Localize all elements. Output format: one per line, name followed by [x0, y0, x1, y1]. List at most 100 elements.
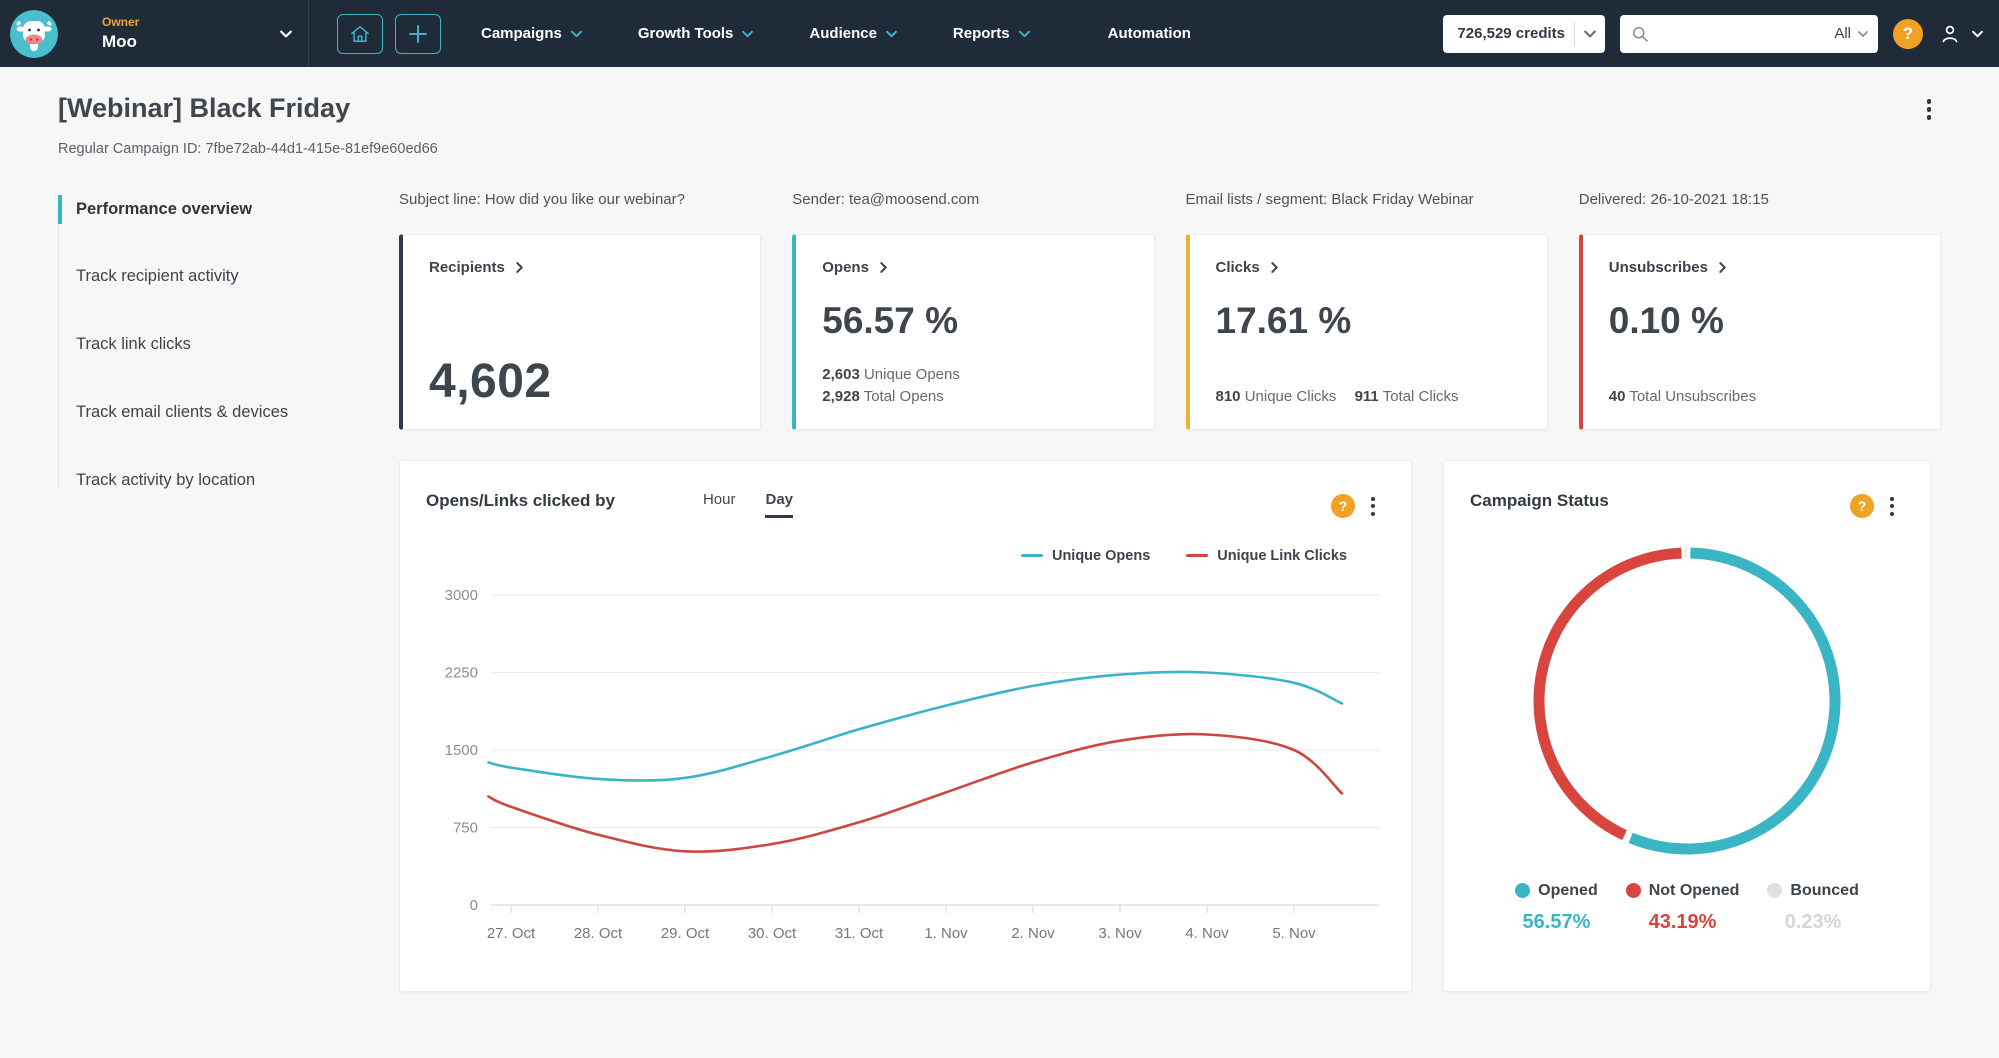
opens-details: 2,603 Unique Opens 2,928 Total Opens [822, 365, 960, 406]
legend-not-opened: Not Opened 43.19% [1625, 882, 1739, 934]
top-navbar: Owner Moo Campaigns Growth Tools Audienc… [0, 0, 1999, 67]
sender: Sender: tea@moosend.com [792, 190, 980, 208]
svg-text:28. Oct: 28. Oct [574, 925, 623, 942]
campaign-meta-row: Subject line: How did you like our webin… [399, 187, 1941, 208]
account-name: Moo [102, 32, 137, 51]
legend-opened: Opened 56.57% [1515, 882, 1598, 934]
chevron-down-icon [742, 30, 754, 37]
subject-line: Subject line: How did you like our webin… [399, 190, 685, 208]
not-opened-dot-icon [1625, 883, 1641, 898]
donut-help-button[interactable]: ? [1850, 494, 1874, 518]
menu-audience[interactable]: Audience [809, 25, 897, 42]
donut-options-menu[interactable] [1884, 491, 1900, 522]
svg-text:3. Nov: 3. Nov [1098, 925, 1142, 942]
donut-legend: Opened 56.57% Not Opened 43.19% Bounced … [1470, 882, 1904, 934]
menu-campaigns[interactable]: Campaigns [481, 25, 582, 42]
chevron-right-icon [516, 261, 523, 273]
legend-bounced: Bounced 0.23% [1767, 882, 1859, 934]
opens-rate: 56.57 % [822, 299, 959, 341]
svg-text:3000: 3000 [445, 587, 478, 604]
navbar-right-cluster: 726,529 credits All ? [1443, 14, 1983, 53]
not-opened-percent: 43.19% [1648, 910, 1717, 933]
stat-cards-row: Recipients 4,602 Opens 56.57 % 2,603 Uni… [399, 233, 1941, 430]
search-scope-dropdown[interactable]: All [1834, 25, 1868, 42]
opens-card-link[interactable]: Opens [822, 259, 1127, 276]
svg-text:4. Nov: 4. Nov [1185, 925, 1229, 942]
unsubscribes-details: 40 Total Unsubscribes [1608, 388, 1757, 405]
legend-item[interactable]: Unique Link Clicks [1186, 548, 1347, 564]
menu-reports[interactable]: Reports [953, 25, 1030, 42]
svg-text:31. Oct: 31. Oct [835, 925, 884, 942]
donut-title: Campaign Status [1470, 490, 1609, 510]
legend-dash-icon [1020, 554, 1043, 557]
credits-divider [1574, 21, 1575, 46]
help-button[interactable]: ? [1893, 18, 1923, 49]
question-mark-icon: ? [1338, 498, 1348, 514]
svg-text:27. Oct: 27. Oct [487, 925, 536, 942]
clicks-card: Clicks 17.61 % 810 Unique Clicks 911 Tot… [1185, 233, 1548, 430]
chevron-down-icon [1018, 30, 1030, 37]
home-icon [351, 25, 369, 42]
account-switcher[interactable]: Owner Moo [102, 15, 300, 52]
sidebar-item-link-clicks[interactable]: Track link clicks [58, 330, 298, 360]
clicks-rate: 17.61 % [1215, 299, 1352, 341]
menu-automation[interactable]: Automation [1108, 25, 1191, 42]
clicks-card-link[interactable]: Clicks [1216, 259, 1521, 276]
chevron-down-icon [570, 30, 582, 37]
sidebar-item-performance-overview[interactable]: Performance overview [58, 194, 298, 225]
chevron-right-icon [1719, 261, 1726, 273]
unsubscribes-card: Unsubscribes 0.10 % 40 Total Unsubscribe… [1578, 233, 1941, 430]
toggle-hour[interactable]: Hour [703, 491, 736, 518]
navbar-divider [308, 0, 309, 67]
create-new-button[interactable] [395, 13, 441, 54]
line-chart-legend: Unique Opens Unique Link Clicks [426, 548, 1347, 564]
svg-text:0: 0 [470, 897, 478, 914]
chevron-right-icon [880, 261, 887, 273]
recipients-card-link[interactable]: Recipients [429, 259, 734, 276]
moosend-logo[interactable] [10, 9, 58, 58]
sidebar-item-recipient-activity[interactable]: Track recipient activity [58, 262, 298, 292]
campaign-id: Regular Campaign ID: 7fbe72ab-44d1-415e-… [58, 140, 438, 157]
credits-count: 726,529 credits [1457, 25, 1565, 42]
page-actions-menu[interactable] [1921, 93, 1938, 126]
recipients-value: 4,602 [429, 354, 552, 408]
question-mark-icon: ? [1857, 498, 1867, 514]
chart-options-menu[interactable] [1365, 491, 1381, 522]
chart-title: Opens/Links clicked by [426, 490, 615, 510]
hour-day-toggle: Hour Day [703, 491, 794, 518]
svg-text:1500: 1500 [445, 742, 478, 759]
opened-dot-icon [1515, 883, 1531, 898]
unsubscribes-card-link[interactable]: Unsubscribes [1609, 259, 1914, 276]
user-menu[interactable] [1938, 22, 1983, 46]
search-input[interactable] [1656, 25, 1835, 42]
toggle-day[interactable]: Day [765, 491, 794, 518]
opened-percent: 56.57% [1522, 910, 1591, 933]
bounced-percent: 0.23% [1784, 910, 1842, 933]
home-button[interactable] [337, 13, 383, 54]
opens-links-chart-panel: Opens/Links clicked by Hour Day ? Unique… [399, 459, 1412, 992]
menu-growth-tools[interactable]: Growth Tools [638, 25, 754, 42]
svg-text:750: 750 [453, 819, 478, 836]
question-mark-icon: ? [1902, 23, 1914, 43]
chart-help-button[interactable]: ? [1331, 494, 1355, 518]
sidebar-item-email-clients[interactable]: Track email clients & devices [58, 398, 298, 428]
campaign-report-page: [Webinar] Black Friday Regular Campaign … [0, 67, 1999, 992]
chevron-down-icon [1584, 30, 1596, 37]
svg-text:2. Nov: 2. Nov [1011, 925, 1055, 942]
recipients-card: Recipients 4,602 [399, 233, 762, 430]
svg-text:29. Oct: 29. Oct [661, 925, 710, 942]
delivered-date: Delivered: 26-10-2021 18:15 [1578, 190, 1769, 208]
campaign-status-panel: Campaign Status ? Opened 56.57% Not Open… [1443, 459, 1931, 992]
account-role-label: Owner [102, 15, 140, 29]
clicks-details: 810 Unique Clicks 911 Total Clicks [1215, 388, 1459, 405]
credits-dropdown[interactable]: 726,529 credits [1443, 14, 1605, 53]
legend-item[interactable]: Unique Opens [1020, 548, 1150, 564]
chevron-right-icon [1271, 261, 1278, 273]
donut-chart [1533, 547, 1841, 854]
report-sidebar: Performance overview Track recipient act… [58, 187, 399, 992]
line-chart: 0 750 1500 2250 3000 27. Oct 28. Oct 29. Oct 30.… [445, 587, 1379, 942]
sidebar-item-activity-location[interactable]: Track activity by location [58, 466, 298, 496]
report-main: Subject line: How did you like our webin… [399, 187, 1941, 992]
email-lists-segment: Email lists / segment: Black Friday Webi… [1185, 190, 1474, 208]
legend-dash-icon [1186, 554, 1209, 557]
